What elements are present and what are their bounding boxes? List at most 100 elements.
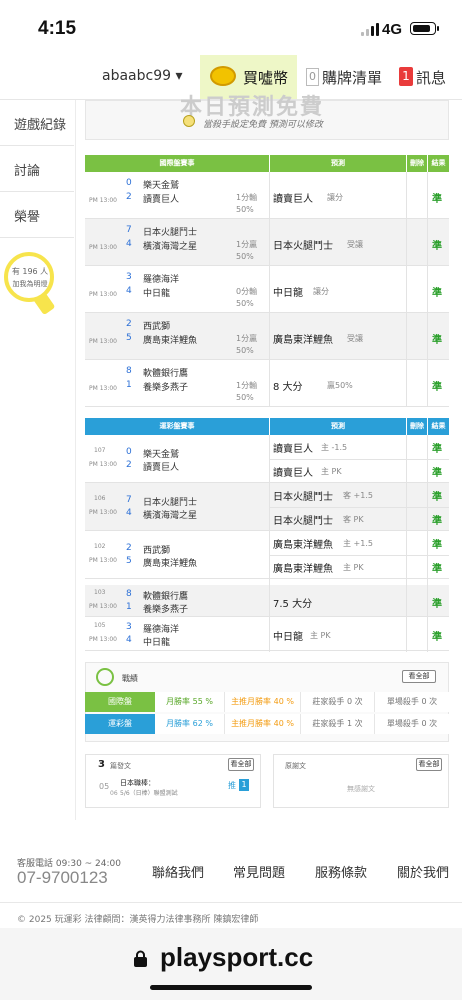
match-id: 106 [94,495,106,502]
prediction-note: 主 PK [310,631,331,640]
home-score: 4 [126,286,132,296]
footer-link-faq[interactable]: 常見問題 [233,862,285,881]
messages-link[interactable]: 訊息 [416,67,446,88]
prediction-2-note: 主 PK [321,467,342,476]
match-time: PM 13:00 [89,603,117,610]
away-team: 軟體銀行鷹 [143,369,189,379]
away-team: 日本火腿鬥士 [143,498,198,508]
buy-coin-label[interactable]: 買噓幣 [243,67,288,88]
away-score: 3 [126,272,132,282]
home-team: 讀賣巨人 [143,195,180,205]
local-row [85,617,449,651]
target-icon [96,668,114,686]
away-score: 8 [126,589,132,599]
home-team: 廣島東洋鯉魚 [143,559,198,569]
prediction: 日本火腿鬥士 [273,241,333,252]
post-date-month: 05 [99,782,110,791]
result-mark: 準 [432,288,442,299]
lock-icon [134,950,147,967]
home-team: 中日龍 [143,638,171,648]
match-time: PM 13:00 [89,385,117,392]
stats-local-killer: 莊家殺手 1 次 [301,714,375,734]
line-text: 1分輸 [236,193,258,202]
home-team: 養樂多燕子 [143,383,189,393]
home-score: 4 [126,508,132,518]
post-title[interactable]: 日本職棒： [120,778,155,788]
home-team: 中日龍 [143,289,171,299]
stats-view-all-button[interactable]: 看全部 [402,670,436,683]
coin-icon [210,66,236,86]
prediction-2: 廣島東洋鯉魚 [273,564,333,575]
lightbulb-icon[interactable] [4,252,54,302]
signal-icon [361,23,379,36]
post-date-day: 06 [110,790,118,797]
line-pct: 50% [236,252,254,261]
intl-header-result: 結果 [428,155,449,172]
copyright: © 2025 玩運彩 法律顧問：漢英得力法律事務所 陳鎮宏律師 [17,915,259,925]
away-team: 西武獅 [143,546,171,556]
away-team: 羅德海洋 [143,625,180,635]
prediction: 廣島東洋鯉魚 [273,335,333,346]
result-mark-1: 準 [432,492,442,503]
bulb-follow-link[interactable]: 加我為明燈 [6,279,54,289]
cart-link[interactable]: 購牌清單 [322,67,382,88]
user-menu[interactable]: abaabc99 ▾ [102,68,183,84]
smile-icon [183,115,195,127]
thanks-view-all-button[interactable]: 看全部 [416,758,442,771]
post-subtitle[interactable]: 5/6（日棒）聯盟測試 [120,788,178,797]
intl-row [85,172,449,219]
line-text: 1分贏 [236,334,258,343]
posts-count: 3 [98,759,105,770]
away-score: 7 [126,495,132,505]
column-divider [427,435,428,652]
stats-intl-killer: 莊家殺手 0 次 [301,692,375,712]
home-score: 4 [126,239,132,249]
prediction-2-note: 客 PK [343,515,364,524]
away-score: 7 [126,225,132,235]
stats-title: 戰績 [122,674,138,683]
match-time: PM 13:00 [89,338,117,345]
match-time: PM 13:00 [89,557,117,564]
away-team: 軟體銀行鷹 [143,592,189,602]
browser-url[interactable]: playsport.cc [160,942,313,973]
intl-row [85,313,449,360]
away-score: 0 [126,178,132,188]
local-header-result: 結果 [428,418,449,435]
result-mark-1: 準 [432,540,442,551]
cart-count-badge: 0 [306,68,319,86]
sidebar-item-honor[interactable]: 榮譽 [0,192,74,238]
footer-link-terms[interactable]: 服務條款 [315,862,367,881]
stats-intl-single: 單場殺手 0 次 [375,692,449,712]
away-score: 3 [126,622,132,632]
posts-view-all-button[interactable]: 看全部 [228,758,254,771]
message-count-badge: 1 [399,67,413,86]
posts-title: 篇發文 [110,762,131,770]
away-score: 0 [126,447,132,457]
prediction-2-note: 主 PK [343,563,364,572]
match-id: 102 [94,543,106,550]
prediction-1: 廣島東洋鯉魚 [273,540,333,551]
home-indicator[interactable] [150,985,312,990]
footer-link-about[interactable]: 關於我們 [397,862,449,881]
match-id: 103 [94,589,106,596]
away-team: 羅德海洋 [143,275,180,285]
footer-divider [0,902,462,903]
home-team: 養樂多燕子 [143,605,189,615]
stats-local-month: 月勝率 62 % [155,714,225,734]
thanks-title: 原謝文 [285,762,306,770]
result-mark-2: 準 [432,564,442,575]
result-mark: 準 [432,632,442,643]
prediction: 中日龍 [273,288,303,299]
sidebar-item-game-record[interactable]: 遊戲紀錄 [0,100,74,146]
sidebar-item-discussion[interactable]: 討論 [0,146,74,192]
sidebar-divider [75,100,76,820]
intl-header-delete: 刪除 [407,155,427,172]
stats-local-single: 單場殺手 0 次 [375,714,449,734]
footer-link-contact[interactable]: 聯絡我們 [152,862,204,881]
home-score: 2 [126,460,132,470]
away-team: 樂天金鷲 [143,181,180,191]
phone-number[interactable]: 07-9700123 [17,868,108,888]
home-score: 4 [126,635,132,645]
line-pct: 50% [236,346,254,355]
match-time: PM 13:00 [89,291,117,298]
